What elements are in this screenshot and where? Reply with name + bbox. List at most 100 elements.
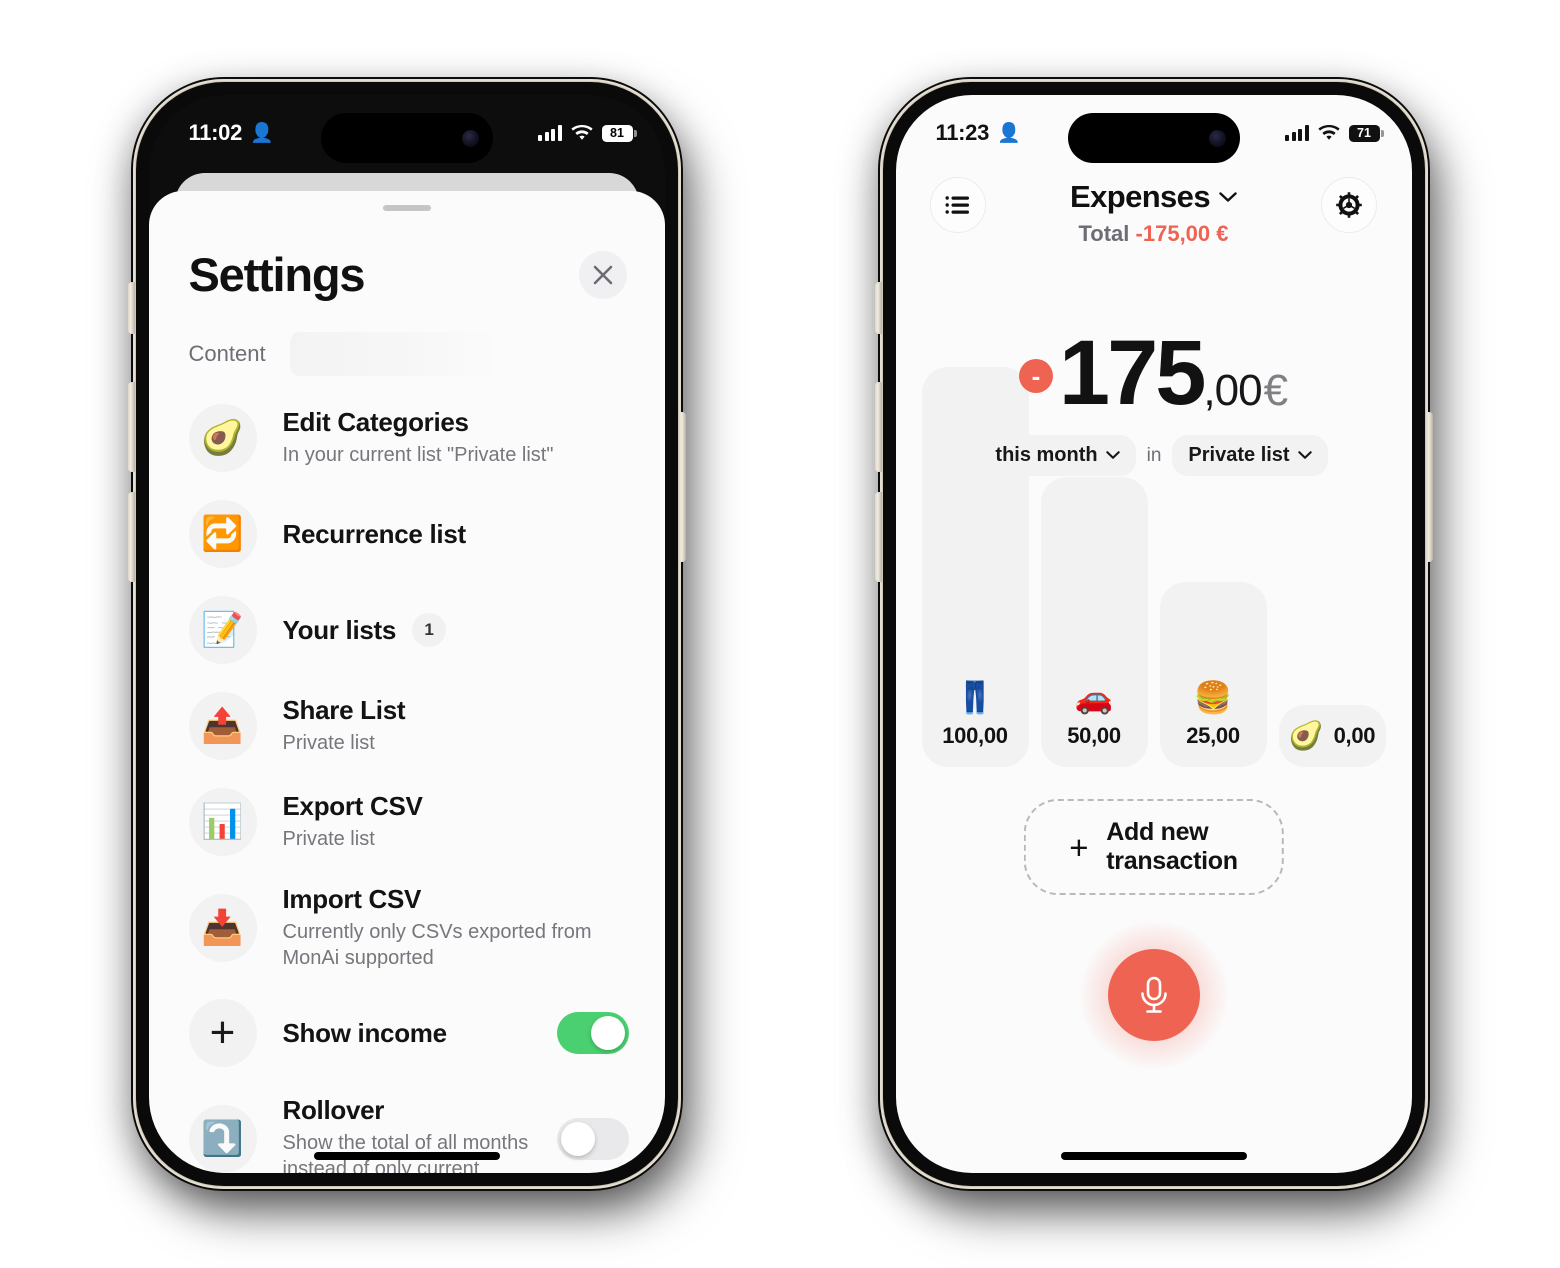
- battery-indicator: 81: [601, 124, 637, 142]
- action-button[interactable]: [127, 282, 135, 334]
- settings-item-share-list[interactable]: 📤 Share List Private list: [149, 678, 665, 774]
- settings-item-import-csv[interactable]: 📥 Import CSV Currently only CSVs exporte…: [149, 870, 665, 985]
- big-amount-display: - 175 ,00 €: [896, 327, 1412, 419]
- settings-item-label: Recurrence list: [282, 518, 467, 549]
- dynamic-island: [1067, 113, 1240, 163]
- filter-row: this month in Private list: [896, 435, 1412, 476]
- settings-item-text: Import CSV Currently only CSVs exported …: [283, 884, 629, 971]
- voice-input-button[interactable]: [1079, 921, 1228, 1069]
- settings-item-title-line: Your lists 1: [283, 613, 629, 647]
- plus-icon: +: [188, 999, 257, 1068]
- front-camera-icon: [461, 129, 479, 147]
- mic-button-circle[interactable]: [1107, 949, 1200, 1041]
- settings-item-text: Recurrence list: [283, 519, 629, 550]
- settings-item-title-line: Export CSV: [283, 791, 629, 822]
- settings-item-recurrence-list[interactable]: 🔁 Recurrence list: [149, 486, 665, 582]
- battery-indicator: 71: [1348, 124, 1384, 142]
- gear-icon: [1336, 192, 1363, 218]
- phone-right-expenses: 11:23 👤 71 Expenses Total -175,00 € - 17…: [874, 79, 1433, 1189]
- period-filter-dropdown[interactable]: this month: [979, 435, 1136, 476]
- negative-sign-badge: -: [1018, 359, 1053, 393]
- volume-down-button[interactable]: [127, 492, 135, 582]
- power-button[interactable]: [1425, 412, 1433, 562]
- settings-item-title-line: Edit Categories: [283, 407, 629, 438]
- home-indicator[interactable]: [1060, 1152, 1247, 1160]
- expenses-header: Expenses Total -175,00 €: [896, 177, 1412, 247]
- arrow-down-curve-emoji-icon: ⤵️: [188, 1104, 257, 1173]
- status-left-group: 11:02 👤: [189, 120, 274, 146]
- volume-up-button[interactable]: [874, 382, 882, 472]
- amount-decimal: ,00: [1203, 366, 1262, 415]
- menu-button[interactable]: [929, 177, 986, 233]
- chart-bar[interactable]: 🍔 25,00: [1159, 582, 1267, 767]
- person-icon: 👤: [250, 122, 274, 144]
- filter-conjunction: in: [1146, 444, 1162, 466]
- power-button[interactable]: [678, 412, 686, 562]
- person-icon: 👤: [997, 122, 1021, 144]
- chart-bar[interactable]: 🚗 50,00: [1040, 477, 1148, 767]
- content-section-header: Content: [149, 302, 665, 376]
- chevron-down-icon: [1105, 451, 1120, 459]
- right-screen: 11:23 👤 71 Expenses Total -175,00 € - 17…: [895, 95, 1412, 1173]
- status-badge: 1: [412, 613, 447, 647]
- settings-item-label: Share List: [282, 695, 406, 726]
- toggle-knob: [590, 1016, 625, 1051]
- title-block: Expenses Total -175,00 €: [1070, 177, 1237, 247]
- close-button[interactable]: [578, 250, 627, 299]
- status-left-group: 11:23 👤: [936, 120, 1021, 146]
- page-title: Settings: [188, 248, 366, 301]
- settings-item-export-csv[interactable]: 📊 Export CSV Private list: [149, 774, 665, 870]
- show-income-toggle[interactable]: [556, 1012, 629, 1055]
- home-indicator[interactable]: [313, 1152, 500, 1160]
- add-new-transaction-label: Add new transaction: [1106, 818, 1238, 875]
- left-screen: 11:02 👤 81 Settings Content 🥑 Edit Categ…: [148, 95, 665, 1173]
- settings-item-label: Edit Categories: [282, 407, 470, 438]
- page-title: Expenses: [1070, 179, 1211, 214]
- repeat-emoji-icon: 🔁: [188, 500, 257, 568]
- settings-item-title-line: Rollover: [283, 1095, 531, 1126]
- rollover-toggle[interactable]: [556, 1117, 629, 1160]
- chart-bar[interactable]: 👖 100,00: [921, 367, 1029, 767]
- add-new-transaction-button[interactable]: + Add new transaction: [1023, 799, 1284, 895]
- settings-item-label: Export CSV: [282, 791, 423, 822]
- bar-value-label: 0,00: [1333, 723, 1376, 748]
- settings-item-title-line: Recurrence list: [283, 519, 629, 550]
- settings-item-show-income[interactable]: + Show income: [149, 985, 665, 1081]
- front-camera-icon: [1208, 129, 1226, 147]
- total-line: Total -175,00 €: [1070, 221, 1237, 247]
- wifi-icon: [570, 124, 593, 140]
- status-time: 11:02: [188, 120, 243, 145]
- list-filter-label: Private list: [1188, 444, 1290, 466]
- plus-icon: +: [1069, 828, 1089, 866]
- settings-item-subtitle: Private list: [282, 732, 375, 755]
- volume-down-button[interactable]: [874, 492, 882, 582]
- bar-chart-emoji-icon: 📊: [188, 788, 257, 856]
- phone-left-settings: 11:02 👤 81 Settings Content 🥑 Edit Categ…: [127, 79, 686, 1189]
- settings-sheet: Settings Content 🥑 Edit Categories In yo…: [148, 191, 665, 1173]
- status-right-group: 71: [1285, 124, 1384, 142]
- settings-item-text: Share List Private list: [283, 695, 629, 757]
- settings-item-label: Show income: [282, 1017, 448, 1048]
- volume-up-button[interactable]: [127, 382, 135, 472]
- settings-header: Settings: [149, 211, 665, 302]
- expenses-title-button[interactable]: Expenses: [1070, 179, 1237, 215]
- settings-button[interactable]: [1321, 177, 1378, 233]
- bar-value-label: 50,00: [1067, 723, 1121, 748]
- settings-item-title-line: Import CSV: [283, 884, 629, 915]
- list-filter-dropdown[interactable]: Private list: [1172, 435, 1328, 476]
- settings-item-text: Your lists 1: [283, 613, 629, 647]
- skeleton-placeholder: [289, 332, 500, 376]
- phones-stage: 11:02 👤 81 Settings Content 🥑 Edit Categ…: [0, 0, 1560, 1268]
- action-button[interactable]: [874, 282, 882, 334]
- settings-item-label: Your lists: [282, 614, 397, 645]
- total-label: Total: [1078, 221, 1130, 246]
- settings-item-your-lists[interactable]: 📝 Your lists 1: [149, 582, 665, 678]
- settings-item-edit-categories[interactable]: 🥑 Edit Categories In your current list "…: [149, 390, 665, 486]
- amount-currency: €: [1263, 366, 1289, 415]
- settings-item-text: Export CSV Private list: [283, 791, 629, 853]
- settings-list: 🥑 Edit Categories In your current list "…: [149, 376, 665, 1173]
- settings-item-subtitle: Currently only CSVs exported from MonAi …: [282, 921, 592, 969]
- amount-integer: 175: [1058, 322, 1206, 424]
- chart-bar[interactable]: 🥑 0,00: [1278, 705, 1386, 767]
- outbox-tray-emoji-icon: 📤: [188, 692, 257, 760]
